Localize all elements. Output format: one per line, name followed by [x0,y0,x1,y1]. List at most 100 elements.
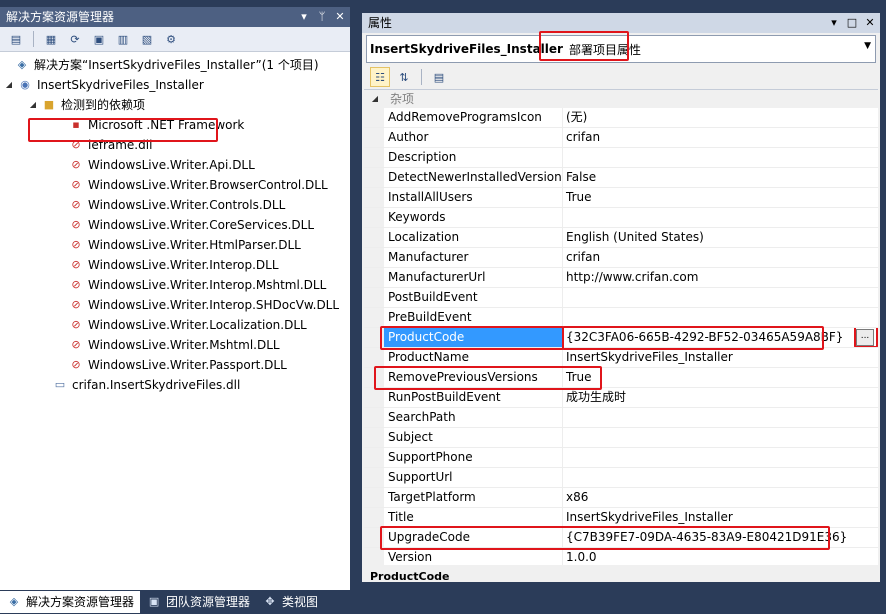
ellipsis-button[interactable]: ... [856,329,874,346]
alphabetical-sort-icon[interactable]: ⇅ [394,67,414,87]
bottom-tab-class-view[interactable]: ✥ 类视图 [256,591,324,613]
property-value[interactable]: x86 [563,488,878,507]
tree-node-dependency[interactable]: ⊘ ieframe.dll [0,135,350,155]
object-selector-dropdown[interactable]: InsertSkydriveFiles_Installer 部署项目属性 ▼ [366,31,876,63]
property-name[interactable]: ManufacturerUrl [384,268,563,287]
property-row-addremoveprogramsicon[interactable]: AddRemoveProgramsIcon (无) [364,108,878,128]
property-value[interactable]: 成功生成时 [563,388,878,407]
tree-node-dependency[interactable]: ⊘ WindowsLive.Writer.BrowserControl.DLL [0,175,350,195]
property-row-prebuildevent[interactable]: PreBuildEvent [364,308,878,328]
tree-node-dependency[interactable]: ▪ Microsoft .NET Framework [0,115,350,135]
properties-icon[interactable]: ▤ [6,29,26,49]
maximize-icon[interactable]: □ [846,13,858,33]
tree-node-dependency[interactable]: ⊘ WindowsLive.Writer.HtmlParser.DLL [0,235,350,255]
property-row-postbuildevent[interactable]: PostBuildEvent [364,288,878,308]
show-all-files-icon[interactable]: ▦ [41,29,61,49]
property-value[interactable]: {C7B39FE7-09DA-4635-83A9-E80421D91E36} [563,528,878,547]
property-name[interactable]: UpgradeCode [384,528,563,547]
property-name[interactable]: Manufacturer [384,248,563,267]
property-value[interactable]: True [563,188,878,207]
property-name[interactable]: RemovePreviousVersions [384,368,563,387]
property-value[interactable]: crifan [563,248,878,267]
property-value[interactable] [563,468,878,487]
property-value[interactable]: False [563,168,878,187]
property-value[interactable] [563,208,878,227]
property-row-subject[interactable]: Subject [364,428,878,448]
property-category-misc[interactable]: ◢ 杂项 [364,90,878,108]
property-name[interactable]: SearchPath [384,408,563,427]
property-name[interactable]: TargetPlatform [384,488,563,507]
property-name[interactable]: ProductCode [384,328,563,347]
window-position-dropdown-icon[interactable]: ▾ [298,7,310,27]
property-row-supportphone[interactable]: SupportPhone [364,448,878,468]
property-row-manufacturerurl[interactable]: ManufacturerUrl http://www.crifan.com [364,268,878,288]
property-name[interactable]: RunPostBuildEvent [384,388,563,407]
property-name[interactable]: Author [384,128,563,147]
property-value[interactable] [563,148,878,167]
property-row-version[interactable]: Version 1.0.0 [364,548,878,565]
close-icon[interactable]: ✕ [334,7,346,27]
property-value[interactable] [563,288,878,307]
property-name[interactable]: Localization [384,228,563,247]
property-row-productname[interactable]: ProductName InsertSkydriveFiles_Installer [364,348,878,368]
window-position-dropdown-icon[interactable]: ▾ [828,13,840,33]
property-name[interactable]: PostBuildEvent [384,288,563,307]
property-name[interactable]: InstallAllUsers [384,188,563,207]
property-row-title[interactable]: Title InsertSkydriveFiles_Installer [364,508,878,528]
categorized-icon[interactable]: ☷ [370,67,390,87]
property-row-author[interactable]: Author crifan [364,128,878,148]
property-value[interactable]: {32C3FA06-665B-4292-BF52-03465A59A8BF}..… [563,328,878,347]
tree-node-dependency[interactable]: ⊘ WindowsLive.Writer.Controls.DLL [0,195,350,215]
property-row-description[interactable]: Description [364,148,878,168]
registry-editor-icon[interactable]: ▥ [113,29,133,49]
property-name[interactable]: Description [384,148,563,167]
property-value[interactable] [563,308,878,327]
tree-node-dependency[interactable]: ⊘ WindowsLive.Writer.Interop.SHDocVw.DLL [0,295,350,315]
property-name[interactable]: Subject [384,428,563,447]
tree-node-dependency[interactable]: ⊘ WindowsLive.Writer.Passport.DLL [0,355,350,375]
property-row-keywords[interactable]: Keywords [364,208,878,228]
tree-node-dependency[interactable]: ⊘ WindowsLive.Writer.Interop.Mshtml.DLL [0,275,350,295]
bottom-tab-solution-explorer[interactable]: ◈ 解决方案资源管理器 [0,591,141,613]
property-name[interactable]: ProductName [384,348,563,367]
property-value[interactable]: 1.0.0 [563,548,878,565]
bottom-tab-team-explorer[interactable]: ▣ 团队资源管理器 [140,591,256,613]
property-name[interactable]: SupportUrl [384,468,563,487]
file-system-editor-icon[interactable]: ▣ [89,29,109,49]
property-row-installallusers[interactable]: InstallAllUsers True [364,188,878,208]
tree-node-solution[interactable]: ◈ 解决方案“InsertSkydriveFiles_Installer”(1 … [0,55,350,75]
auto-hide-pin-icon[interactable]: ᛘ [316,7,328,27]
property-name[interactable]: AddRemoveProgramsIcon [384,108,563,127]
property-row-productcode[interactable]: ProductCode {32C3FA06-665B-4292-BF52-0346… [364,328,878,348]
collapse-icon[interactable]: ◢ [4,75,14,95]
tree-node-dependencies-folder[interactable]: ◢ ■ 检测到的依赖项 [0,95,350,115]
property-value[interactable]: InsertSkydriveFiles_Installer [563,508,878,527]
property-value[interactable]: crifan [563,128,878,147]
tree-node-project[interactable]: ◢ ◉ InsertSkydriveFiles_Installer [0,75,350,95]
tree-node-dependency[interactable]: ⊘ WindowsLive.Writer.Mshtml.DLL [0,335,350,355]
tree-node-dependency[interactable]: ⊘ WindowsLive.Writer.Interop.DLL [0,255,350,275]
property-name[interactable]: Title [384,508,563,527]
property-name[interactable]: Version [384,548,563,565]
custom-actions-editor-icon[interactable]: ⚙ [161,29,181,49]
refresh-icon[interactable]: ⟳ [65,29,85,49]
collapse-icon[interactable]: ◢ [28,95,38,115]
property-value[interactable]: True [563,368,878,387]
property-name[interactable]: SupportPhone [384,448,563,467]
tree-node-dependency[interactable]: ⊘ WindowsLive.Writer.Api.DLL [0,155,350,175]
property-row-searchpath[interactable]: SearchPath [364,408,878,428]
tree-node-primary-output[interactable]: ▭ crifan.InsertSkydriveFiles.dll [0,375,350,395]
close-icon[interactable]: ✕ [864,13,876,33]
property-value[interactable]: http://www.crifan.com [563,268,878,287]
property-row-detectnewerinstalledversion[interactable]: DetectNewerInstalledVersion False [364,168,878,188]
property-name[interactable]: PreBuildEvent [384,308,563,327]
property-value[interactable]: English (United States) [563,228,878,247]
property-name[interactable]: DetectNewerInstalledVersion [384,168,563,187]
property-value[interactable]: (无) [563,108,878,127]
collapse-icon[interactable]: ◢ [368,90,382,108]
chevron-down-icon[interactable]: ▼ [864,41,871,51]
property-value[interactable] [563,408,878,427]
property-row-upgradecode[interactable]: UpgradeCode {C7B39FE7-09DA-4635-83A9-E804… [364,528,878,548]
property-row-manufacturer[interactable]: Manufacturer crifan [364,248,878,268]
property-value[interactable] [563,428,878,447]
